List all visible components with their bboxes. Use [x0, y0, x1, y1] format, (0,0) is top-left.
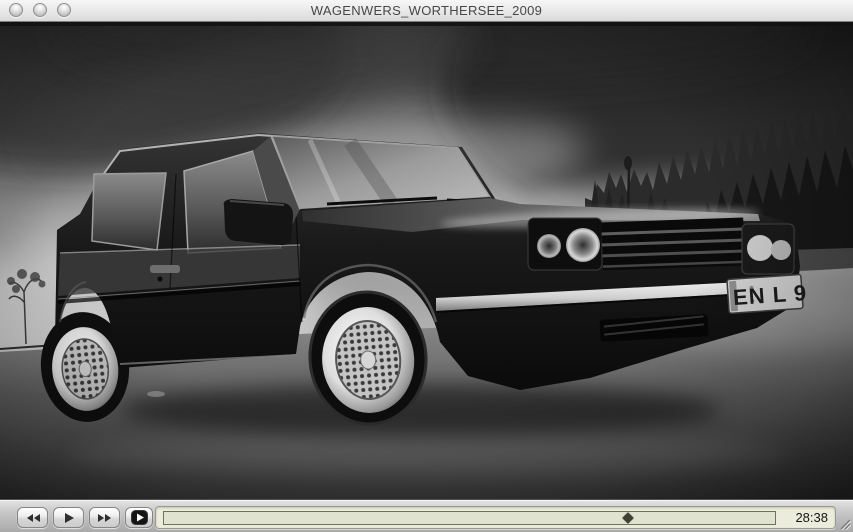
player-badge-button[interactable] — [125, 507, 153, 528]
titlebar: WAGENWERS_WORTHERSEE_2009 — [0, 0, 853, 22]
photo-canvas: EN L 9 — [0, 22, 853, 499]
play-badge-icon — [131, 510, 148, 525]
player-window: WAGENWERS_WORTHERSEE_2009 — [0, 0, 853, 532]
fast-forward-button[interactable] — [89, 507, 120, 528]
timeline: 28:38 — [155, 506, 836, 529]
rewind-button[interactable] — [17, 507, 48, 528]
timeline-track[interactable] — [163, 511, 776, 525]
window-title: WAGENWERS_WORTHERSEE_2009 — [0, 0, 853, 21]
transport-buttons — [17, 507, 153, 528]
video-display[interactable]: EN L 9 — [0, 22, 853, 499]
resize-grip-icon[interactable] — [837, 516, 851, 530]
control-bar: 28:38 — [0, 499, 853, 532]
play-button[interactable] — [53, 507, 84, 528]
time-display: 28:38 — [784, 510, 828, 525]
vignette — [0, 22, 853, 499]
rewind-icon — [25, 513, 41, 523]
fast-forward-icon — [97, 513, 113, 523]
playhead-diamond[interactable] — [623, 512, 634, 523]
play-icon — [63, 513, 75, 523]
